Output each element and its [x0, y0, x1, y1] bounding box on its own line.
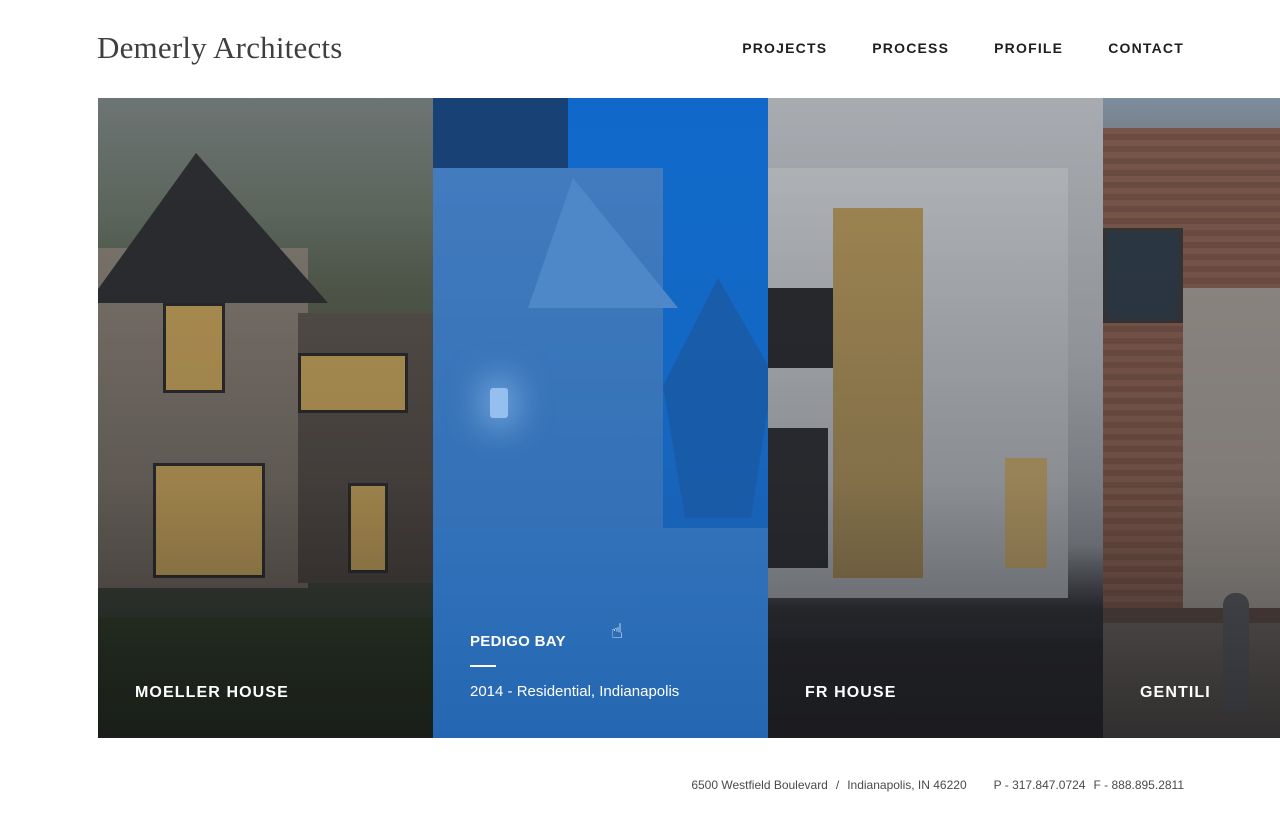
project-title: GENTILI [1140, 684, 1211, 701]
footer-fax: F - 888.895.2811 [1093, 778, 1184, 792]
nav-projects[interactable]: PROJECTS [742, 40, 827, 56]
footer-phone[interactable]: P - 317.847.0724 [994, 778, 1086, 792]
project-panel-pedigo-bay[interactable]: PEDIGO BAY 2014 - Residential, Indianapo… [433, 98, 768, 738]
project-title: FR HOUSE [805, 684, 897, 701]
project-title: MOELLER HOUSE [135, 684, 289, 701]
project-panel-gentili[interactable]: GENTILI [1103, 98, 1280, 738]
footer-separator: / [835, 778, 840, 792]
site-logo[interactable]: Demerly Architects [97, 30, 343, 66]
footer-contact: 6500 Westfield Boulevard / Indianapolis,… [691, 778, 1184, 792]
footer-city: Indianapolis, IN 46220 [847, 778, 967, 792]
project-slider: MOELLER HOUSE PEDIGO BAY 2014 - Resident… [98, 98, 1280, 738]
project-title: PEDIGO BAY [470, 633, 566, 650]
nav-contact[interactable]: CONTACT [1108, 40, 1184, 56]
hand-pointer-icon: ☝ [611, 621, 624, 643]
main-nav: PROJECTS PROCESS PROFILE CONTACT [742, 40, 1184, 56]
project-meta: 2014 - Residential, Indianapolis [470, 683, 680, 700]
project-panel-moeller-house[interactable]: MOELLER HOUSE [98, 98, 433, 738]
footer-street: 6500 Westfield Boulevard [691, 778, 828, 792]
nav-profile[interactable]: PROFILE [994, 40, 1063, 56]
nav-process[interactable]: PROCESS [872, 40, 949, 56]
title-divider [470, 665, 496, 667]
project-panel-fr-house[interactable]: FR HOUSE [768, 98, 1103, 738]
page: Demerly Architects PROJECTS PROCESS PROF… [0, 0, 1280, 835]
